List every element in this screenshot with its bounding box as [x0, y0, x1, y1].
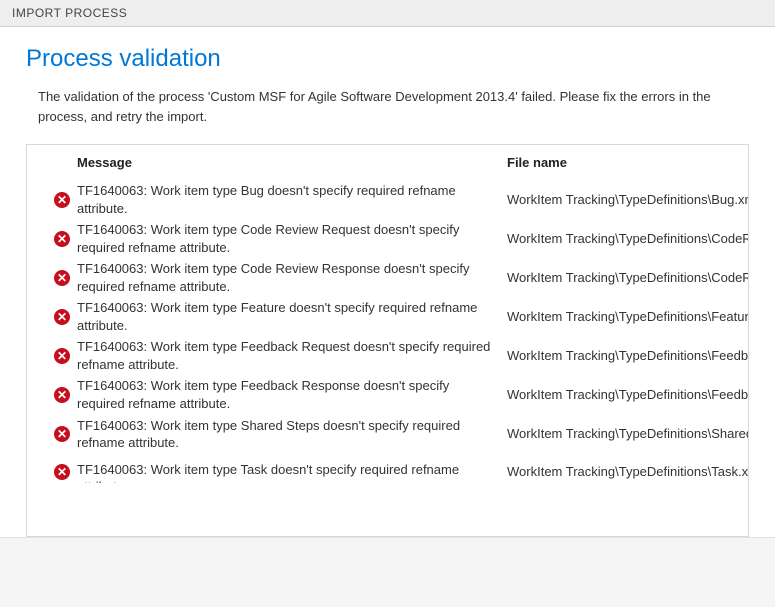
error-icon-cell: ✕	[47, 231, 77, 247]
error-icon-cell: ✕	[47, 192, 77, 208]
table-row[interactable]: ✕ TF1640063: Work item type Feedback Requ…	[27, 336, 748, 375]
error-icon: ✕	[54, 387, 70, 403]
window-title: IMPORT PROCESS	[12, 6, 127, 20]
row-message: TF1640063: Work item type Code Review Re…	[77, 221, 507, 256]
table-row[interactable]: ✕ TF1640063: Work item type Code Review R…	[27, 219, 748, 258]
page-heading: Process validation	[26, 45, 749, 73]
table-row[interactable]: ✕ TF1640063: Work item type Feature doesn…	[27, 297, 748, 336]
row-file-name: WorkItem Tracking\TypeDefinitions\Shared…	[507, 425, 748, 443]
table-row[interactable]: ✕ TF1640063: Work item type Feedback Resp…	[27, 375, 748, 414]
table-row[interactable]: ✕ TF1640063: Work item type Bug doesn't s…	[27, 180, 748, 219]
row-file-name: WorkItem Tracking\TypeDefinitions\CodeRe…	[507, 230, 748, 248]
validation-intro-text: The validation of the process 'Custom MS…	[26, 87, 749, 126]
row-message: TF1640063: Work item type Shared Steps d…	[77, 417, 507, 452]
row-message: TF1640063: Work item type Feedback Reque…	[77, 338, 507, 373]
main-content: Process validation The validation of the…	[0, 27, 775, 537]
error-icon: ✕	[54, 348, 70, 364]
error-icon-cell: ✕	[47, 270, 77, 286]
error-icon: ✕	[54, 192, 70, 208]
grid-header-row: Message File name	[27, 145, 748, 180]
row-message: TF1640063: Work item type Feedback Respo…	[77, 377, 507, 412]
row-file-name: WorkItem Tracking\TypeDefinitions\Featur…	[507, 308, 748, 326]
table-row[interactable]: ✕ TF1640063: Work item type Task doesn't …	[27, 454, 748, 490]
column-header-message[interactable]: Message	[77, 155, 507, 170]
row-message: TF1640063: Work item type Bug doesn't sp…	[77, 182, 507, 217]
error-icon-cell: ✕	[47, 426, 77, 442]
row-message: TF1640063: Work item type Task doesn't s…	[77, 461, 507, 483]
error-icon-cell: ✕	[47, 387, 77, 403]
column-header-file[interactable]: File name	[507, 155, 748, 170]
row-file-name: WorkItem Tracking\TypeDefinitions\Feedba…	[507, 386, 748, 404]
error-icon: ✕	[54, 464, 70, 480]
error-icon: ✕	[54, 270, 70, 286]
table-row[interactable]: ✕ TF1640063: Work item type Shared Steps …	[27, 415, 748, 454]
window-title-bar: IMPORT PROCESS	[0, 0, 775, 27]
grid-body: ✕ TF1640063: Work item type Bug doesn't s…	[27, 180, 748, 536]
error-icon: ✕	[54, 309, 70, 325]
row-file-name: WorkItem Tracking\TypeDefinitions\Feedba…	[507, 347, 748, 365]
error-grid: Message File name ✕ TF1640063: Work item …	[26, 144, 749, 537]
row-message: TF1640063: Work item type Feature doesn'…	[77, 299, 507, 334]
row-file-name: WorkItem Tracking\TypeDefinitions\Task.x…	[507, 463, 748, 481]
row-file-name: WorkItem Tracking\TypeDefinitions\Bug.xm…	[507, 191, 748, 209]
error-icon-cell: ✕	[47, 309, 77, 325]
table-row[interactable]: ✕ TF1640063: Work item type Code Review R…	[27, 258, 748, 297]
dialog-footer	[0, 537, 775, 607]
row-file-name: WorkItem Tracking\TypeDefinitions\CodeRe…	[507, 269, 748, 287]
error-icon-cell: ✕	[47, 348, 77, 364]
row-message: TF1640063: Work item type Code Review Re…	[77, 260, 507, 295]
error-icon-cell: ✕	[47, 464, 77, 480]
error-icon: ✕	[54, 426, 70, 442]
error-icon: ✕	[54, 231, 70, 247]
